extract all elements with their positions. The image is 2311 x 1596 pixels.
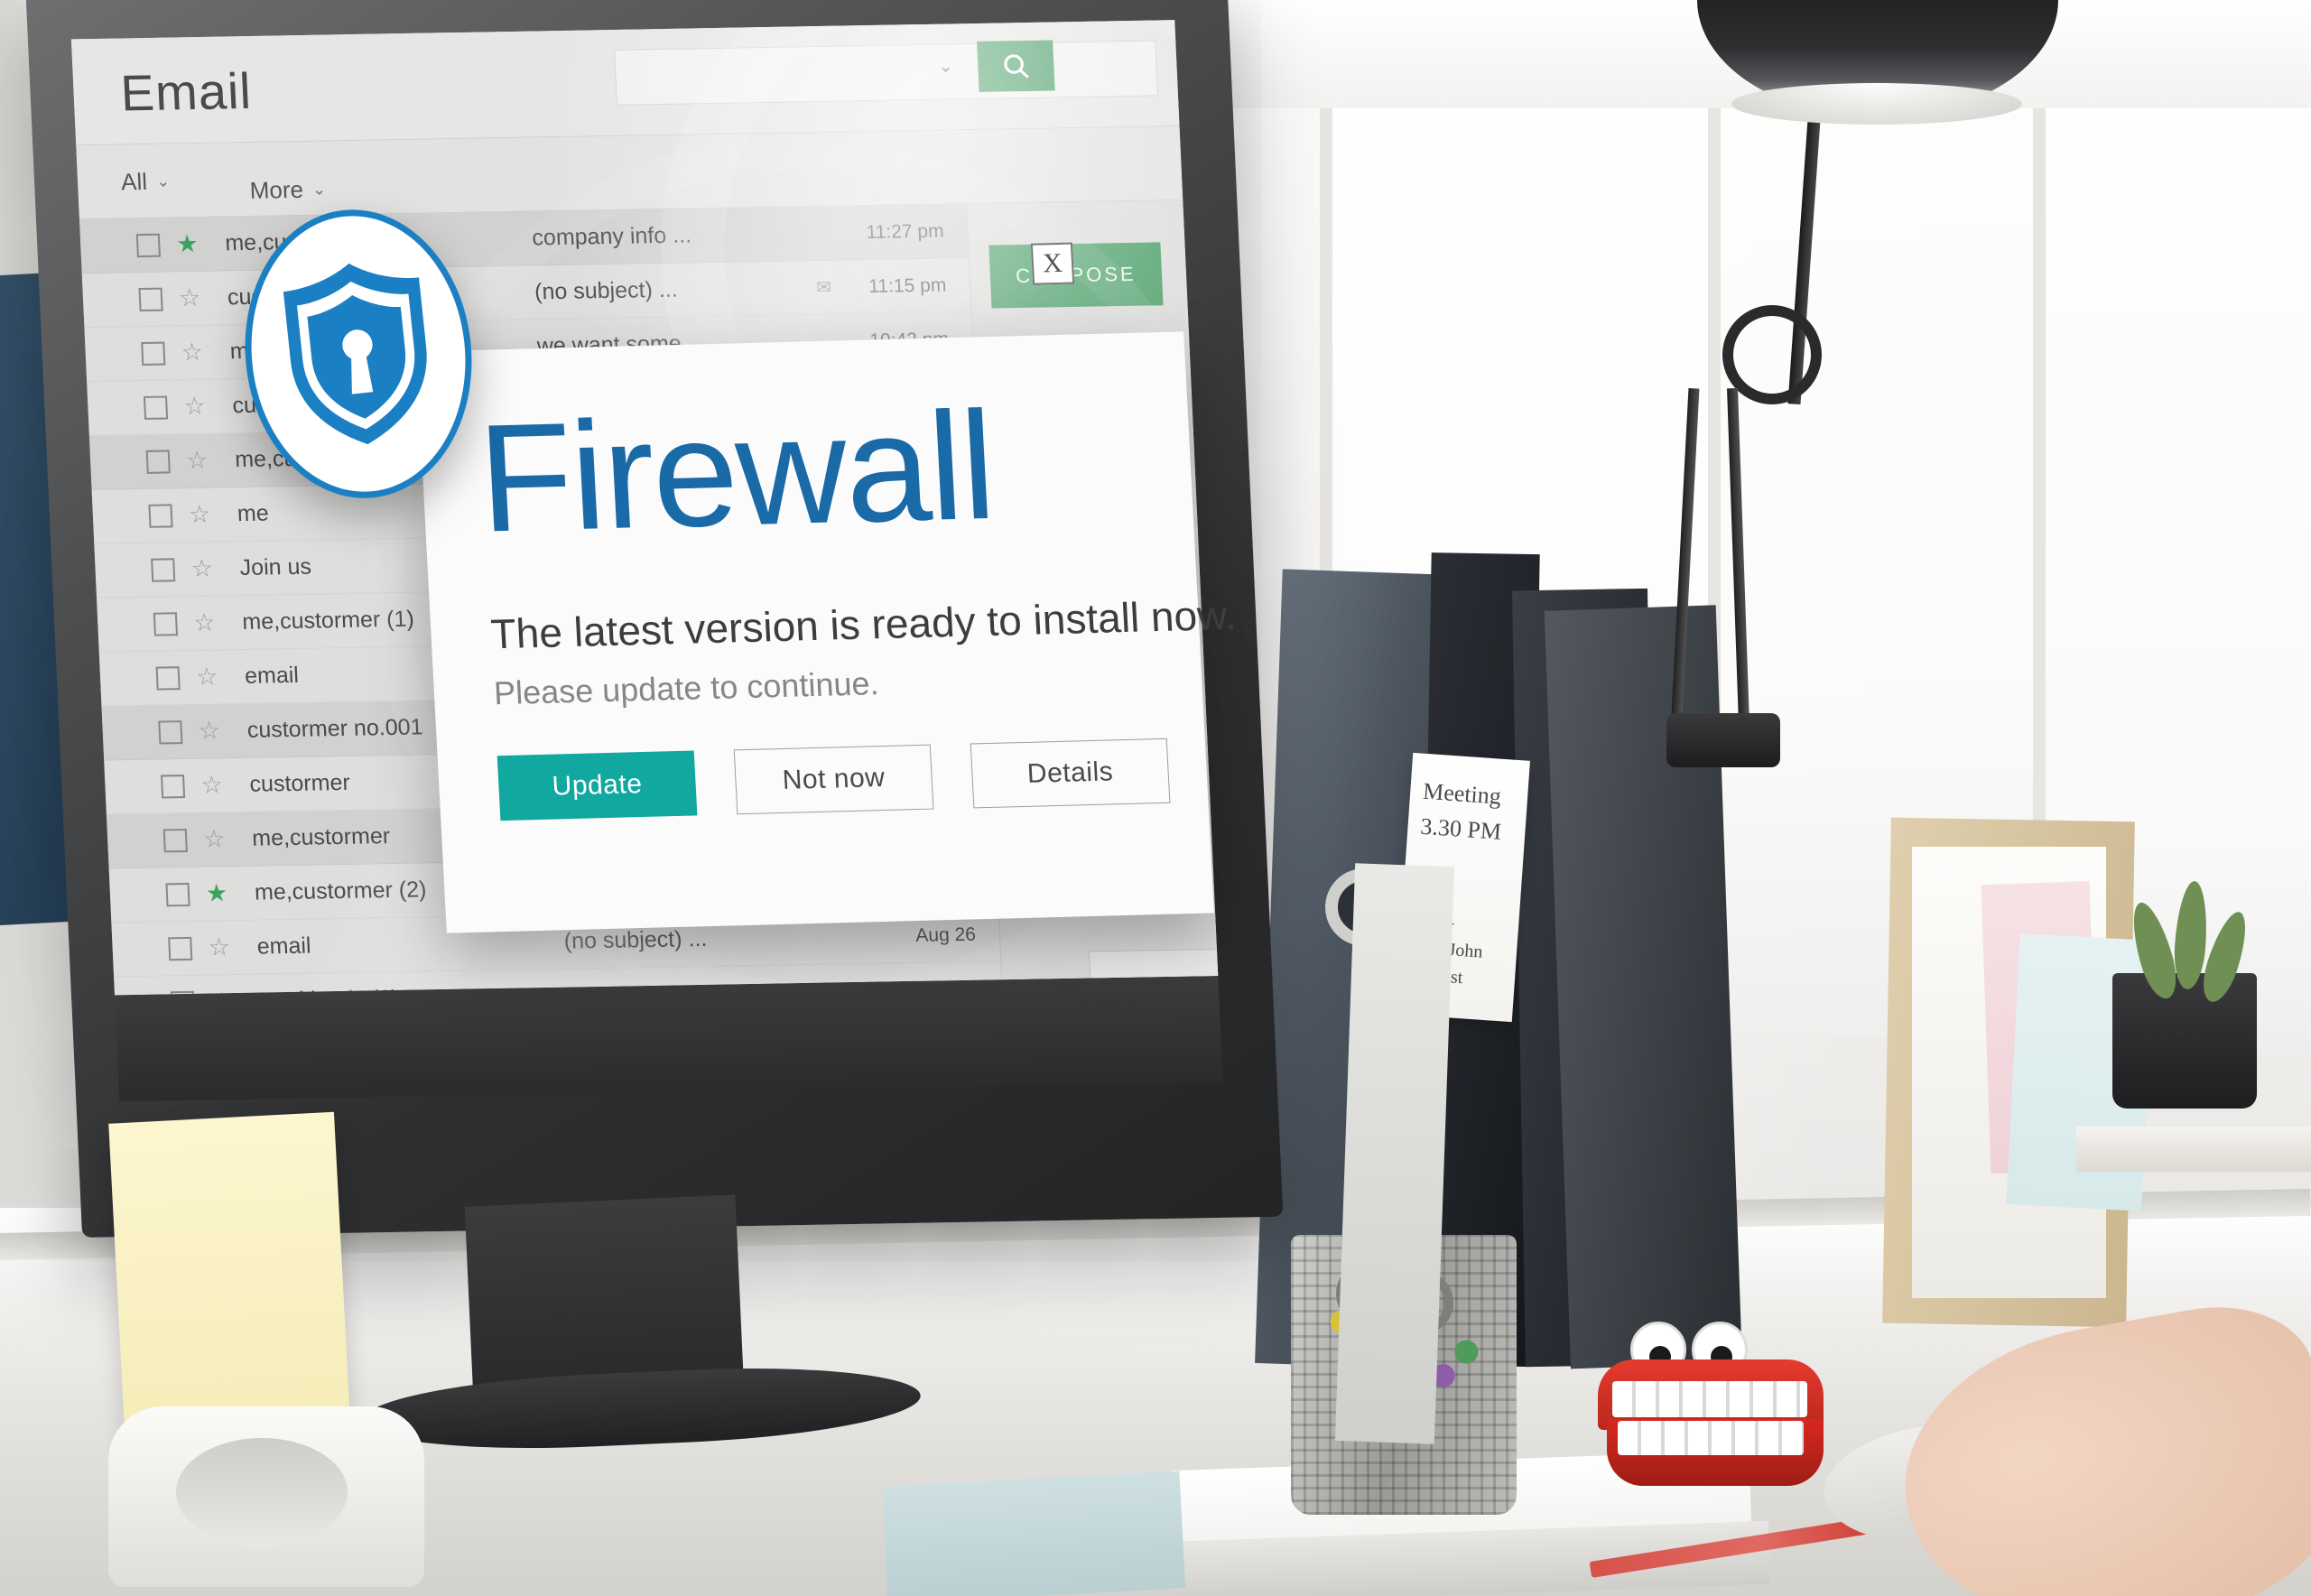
row-checkbox[interactable] — [165, 882, 190, 906]
dialog-actions: Update Not now Details — [497, 738, 1171, 821]
chevron-down-icon: ⌄ — [311, 180, 327, 199]
toy-upper-teeth — [1612, 1381, 1807, 1417]
star-icon[interactable]: ☆ — [190, 554, 220, 583]
details-button[interactable]: Details — [970, 738, 1171, 809]
row-checkbox[interactable] — [158, 719, 183, 745]
compose-button[interactable]: COMPOSE — [988, 242, 1164, 309]
attachment-icon: ✉ — [815, 277, 832, 298]
window-sill — [2076, 1127, 2311, 1172]
row-timestamp: Aug 26 — [914, 923, 977, 946]
attachment-icon — [814, 233, 850, 234]
plant-pot — [2112, 973, 2257, 1109]
lamp-bulb — [1731, 83, 2022, 125]
star-icon[interactable]: ☆ — [183, 393, 213, 422]
star-icon[interactable]: ☆ — [186, 447, 216, 476]
filter-all-dropdown[interactable]: All ⌄ — [120, 168, 170, 197]
row-checkbox[interactable] — [148, 503, 173, 528]
star-icon[interactable]: ★ — [205, 879, 235, 908]
row-checkbox[interactable] — [168, 936, 193, 960]
row-timestamp: 11:27 pm — [865, 220, 945, 243]
page-title: Email — [119, 61, 254, 122]
firewall-update-dialog[interactable]: X Firewall The latest version is ready t… — [416, 242, 1238, 933]
row-checkbox[interactable] — [155, 665, 181, 691]
filter-all-label: All — [120, 167, 148, 196]
search-input[interactable] — [614, 40, 1159, 106]
row-checkbox[interactable] — [153, 611, 178, 636]
dialog-submessage: Please update to continue. — [492, 664, 880, 712]
row-checkbox[interactable] — [135, 233, 161, 257]
teal-paper-sheet — [881, 1471, 1186, 1596]
dialog-message: The latest version is ready to install n… — [489, 590, 1238, 658]
star-icon[interactable]: ☆ — [181, 339, 210, 367]
toy-lower-teeth — [1618, 1421, 1804, 1455]
row-checkbox[interactable] — [145, 449, 171, 474]
star-icon[interactable]: ☆ — [208, 933, 237, 962]
filter-more-label: More — [249, 175, 304, 204]
row-checkbox[interactable] — [160, 774, 186, 798]
star-icon[interactable]: ☆ — [195, 663, 225, 691]
chattering-teeth-toy — [1598, 1322, 1842, 1488]
shield-lock-icon — [283, 263, 427, 445]
star-icon[interactable]: ☆ — [178, 284, 208, 313]
search-button[interactable] — [977, 40, 1055, 92]
star-icon[interactable]: ☆ — [198, 717, 227, 746]
star-icon[interactable]: ☆ — [200, 771, 230, 800]
row-subject: (no subject) ... — [534, 276, 679, 305]
row-checkbox[interactable] — [138, 287, 163, 311]
binder-label-strip — [1334, 863, 1455, 1444]
update-button[interactable]: Update — [497, 750, 698, 821]
chevron-down-icon: ⌄ — [155, 172, 171, 190]
star-icon[interactable]: ☆ — [193, 608, 223, 637]
tape-dispenser-hole — [176, 1438, 348, 1546]
row-checkbox[interactable] — [151, 557, 176, 582]
star-icon[interactable]: ☆ — [203, 825, 233, 854]
close-icon[interactable]: X — [1030, 242, 1075, 285]
office-scene: Meeting 3.30 PM mee - with John pm test … — [0, 0, 2311, 1596]
filter-more-dropdown[interactable]: More ⌄ — [249, 175, 327, 204]
row-timestamp: 11:15 pm — [868, 274, 947, 297]
chevron-down-icon[interactable]: ⌄ — [938, 54, 954, 77]
row-checkbox[interactable] — [162, 828, 188, 852]
row-sender: email — [256, 933, 312, 960]
row-checkbox[interactable] — [141, 341, 166, 366]
star-icon[interactable]: ☆ — [188, 500, 218, 529]
lamp-hinge — [1666, 713, 1780, 767]
row-checkbox[interactable] — [143, 394, 169, 420]
row-subject: company info ... — [531, 222, 692, 251]
attachment-icon — [846, 936, 882, 937]
dialog-title: Firewall — [474, 379, 998, 565]
sticky-note-line-2: 3.30 PM — [1419, 812, 1502, 845]
not-now-button[interactable]: Not now — [733, 744, 934, 815]
star-icon[interactable]: ★ — [176, 230, 206, 259]
search-icon — [1004, 54, 1029, 79]
monitor-chin — [114, 976, 1223, 1102]
